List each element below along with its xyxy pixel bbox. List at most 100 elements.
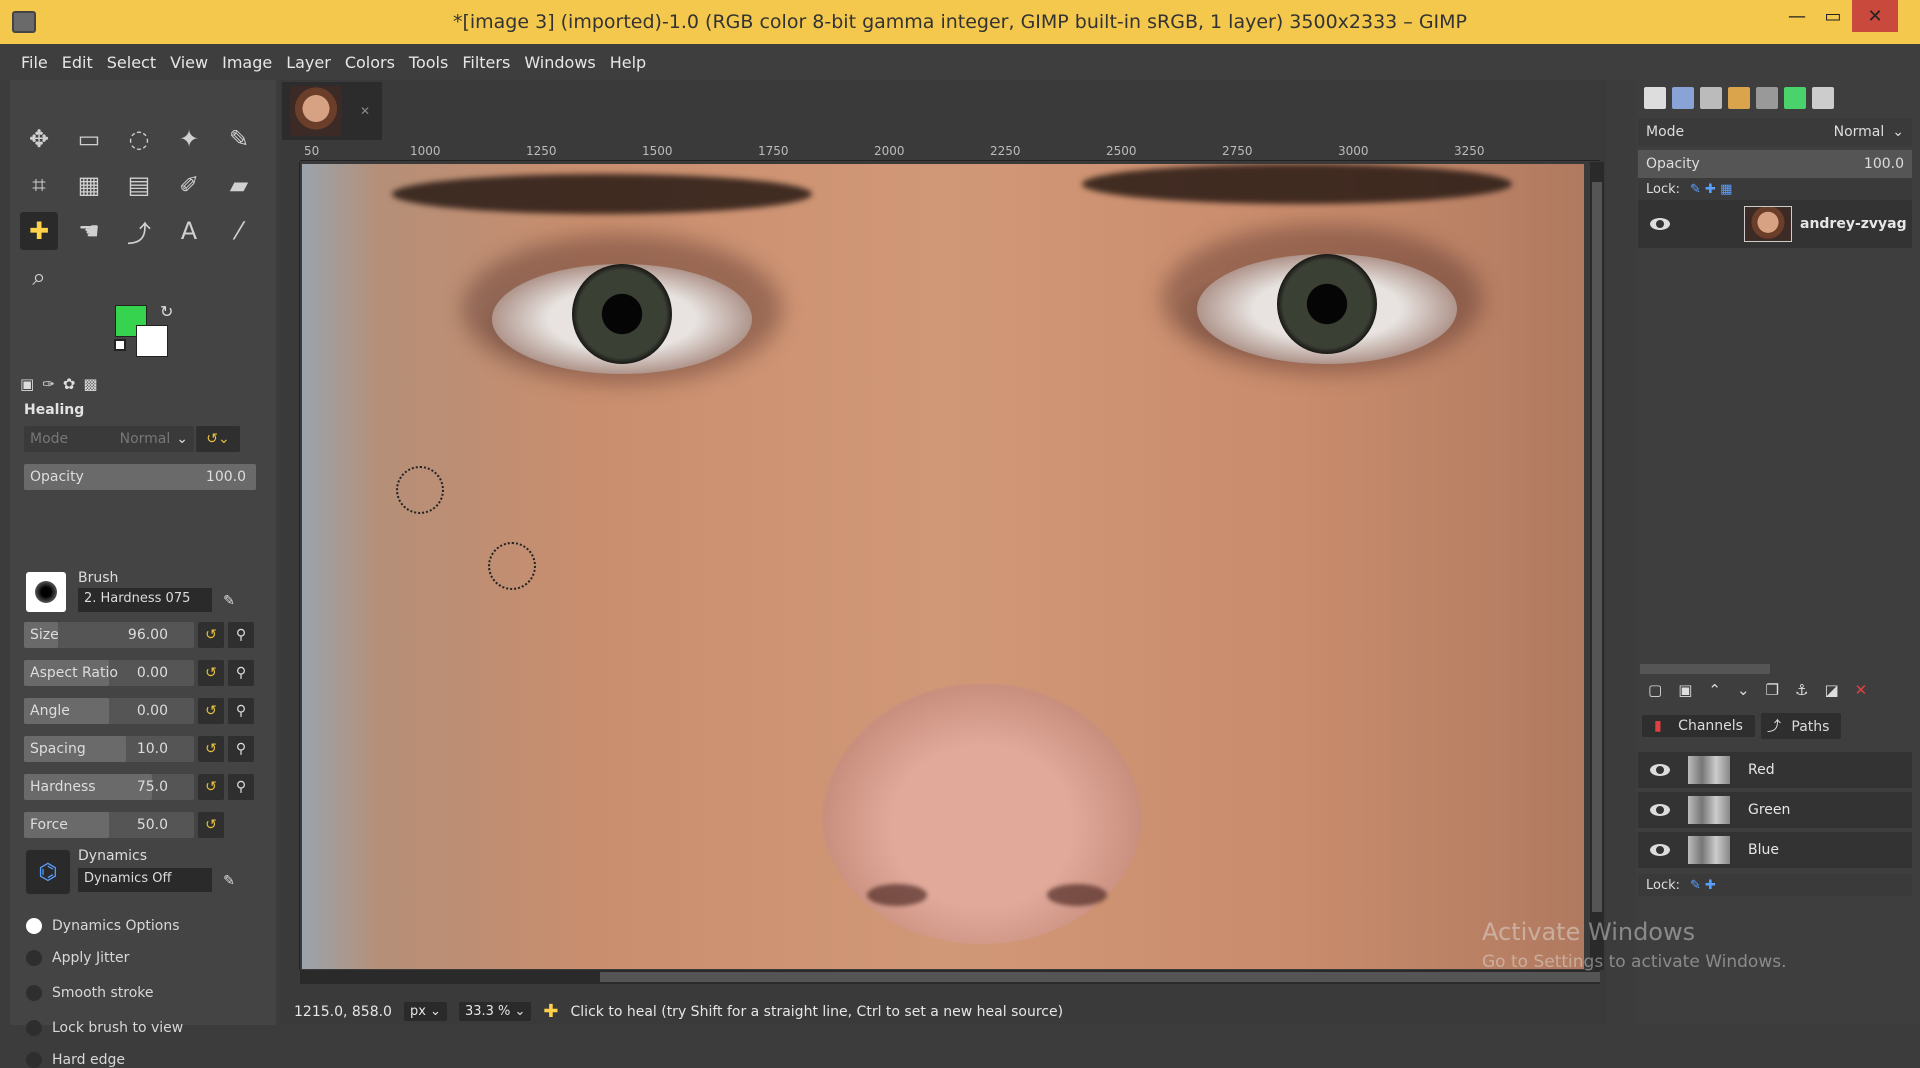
layers-scroll-thumb[interactable] xyxy=(1640,664,1770,674)
device-status-tab-icon[interactable]: ✑ xyxy=(42,375,55,393)
maximize-button[interactable]: ▭ xyxy=(1810,0,1856,32)
channel-row-green[interactable]: Green xyxy=(1638,792,1912,828)
smudge-icon[interactable]: ☚ xyxy=(70,212,108,250)
layer-mode-select[interactable]: Mode Normal ⌄ xyxy=(1638,118,1912,146)
font-tab-icon[interactable] xyxy=(1700,87,1722,109)
crop-icon[interactable]: ⌗ xyxy=(20,166,58,204)
angle-slider[interactable]: Angle 0.00 xyxy=(24,698,194,724)
hardness-reset-icon[interactable]: ↺ xyxy=(198,774,224,800)
paths-tab[interactable]: ⤴ Paths xyxy=(1760,713,1842,739)
move-tool-icon[interactable]: ✥ xyxy=(20,120,58,158)
eraser-icon[interactable]: ▰ xyxy=(220,166,258,204)
hardness-link-icon[interactable]: ⚲ xyxy=(228,774,254,800)
hard-edge-checkbox[interactable]: Hard edge xyxy=(26,1052,125,1068)
swap-colors-icon[interactable]: ↻ xyxy=(160,302,173,321)
history-tab-icon[interactable] xyxy=(1812,87,1834,109)
gradients-tab-icon[interactable] xyxy=(1756,87,1778,109)
edit-dynamics-icon[interactable]: ✎ xyxy=(216,868,242,894)
patterns-tab-icon[interactable] xyxy=(1728,87,1750,109)
close-button[interactable]: ✕ xyxy=(1852,0,1898,32)
lock-channel-icon[interactable]: ✎ ✚ xyxy=(1690,878,1716,893)
brush-name-field[interactable]: 2. Hardness 075 xyxy=(78,588,212,612)
channels-tab[interactable]: ▮ Channels xyxy=(1642,715,1755,737)
brush-preview[interactable] xyxy=(26,572,66,612)
menu-file[interactable]: File xyxy=(14,53,55,72)
angle-link-icon[interactable]: ⚲ xyxy=(228,698,254,724)
horizontal-ruler[interactable]: 50 1000 1250 1500 1750 2000 2250 2500 27… xyxy=(300,143,1600,161)
paths-icon[interactable]: ⤴ xyxy=(120,212,158,250)
force-slider[interactable]: Force 50.0 xyxy=(24,812,194,838)
brushes-tab-icon[interactable]: ✿ xyxy=(63,375,76,393)
horizontal-scrollbar[interactable] xyxy=(300,970,1600,984)
text-tool-icon[interactable]: A xyxy=(170,212,208,250)
zoom-select[interactable]: 33.3 % ⌄ xyxy=(458,1002,532,1021)
menu-layer[interactable]: Layer xyxy=(279,53,338,72)
close-tab-icon[interactable]: ✕ xyxy=(360,104,370,118)
background-color-swatch[interactable] xyxy=(136,325,168,357)
dynamics-field[interactable]: Dynamics Off xyxy=(78,868,212,892)
menu-select[interactable]: Select xyxy=(100,53,163,72)
channels-tab-icon[interactable] xyxy=(1672,87,1694,109)
spacing-slider[interactable]: Spacing 10.0 xyxy=(24,736,194,762)
visibility-eye-icon[interactable] xyxy=(1650,804,1670,816)
menu-image[interactable]: Image xyxy=(215,53,279,72)
channel-row-red[interactable]: Red xyxy=(1638,752,1912,788)
menu-tools[interactable]: Tools xyxy=(402,53,455,72)
scroll-thumb[interactable] xyxy=(600,972,1600,982)
layer-row[interactable]: andrey-zvyag xyxy=(1638,200,1912,248)
menu-help[interactable]: Help xyxy=(603,53,653,72)
paintbrush-icon[interactable]: ✐ xyxy=(170,166,208,204)
menu-filters[interactable]: Filters xyxy=(455,53,517,72)
size-reset-icon[interactable]: ↺ xyxy=(198,622,224,648)
fuzzy-select-icon[interactable]: ✦ xyxy=(170,120,208,158)
size-slider[interactable]: Size 96.00 xyxy=(24,622,194,648)
channel-row-blue[interactable]: Blue xyxy=(1638,832,1912,868)
image-tab[interactable]: ✕ xyxy=(282,82,382,140)
raise-layer-icon[interactable]: ⌃ xyxy=(1708,681,1721,699)
lock-pixels-icon[interactable]: ✎ ✚ ▦ xyxy=(1690,182,1732,197)
mask-layer-icon[interactable]: ◪ xyxy=(1824,681,1838,699)
patterns-tab-icon[interactable]: ▩ xyxy=(83,375,97,393)
menu-edit[interactable]: Edit xyxy=(55,53,100,72)
lasso-icon[interactable]: ◌ xyxy=(120,120,158,158)
angle-reset-icon[interactable]: ↺ xyxy=(198,698,224,724)
lower-layer-icon[interactable]: ⌄ xyxy=(1737,681,1750,699)
menu-windows[interactable]: Windows xyxy=(517,53,602,72)
opacity-slider[interactable]: Opacity 100.0 xyxy=(24,464,256,490)
smooth-stroke-checkbox[interactable]: Smooth stroke xyxy=(26,985,154,1001)
vertical-scrollbar[interactable] xyxy=(1590,162,1604,970)
transform-icon[interactable]: ▦ xyxy=(70,166,108,204)
new-group-icon[interactable]: ▣ xyxy=(1678,681,1692,699)
zoom-tool-icon[interactable]: ⌕ xyxy=(20,258,58,296)
healing-tool-icon[interactable]: ✚ xyxy=(20,212,58,250)
visibility-eye-icon[interactable] xyxy=(1650,218,1670,230)
hardness-slider[interactable]: Hardness 75.0 xyxy=(24,774,194,800)
aspect-link-icon[interactable]: ⚲ xyxy=(228,660,254,686)
color-picker-icon[interactable]: ✎ xyxy=(220,120,258,158)
scroll-thumb[interactable] xyxy=(1592,182,1602,912)
menu-colors[interactable]: Colors xyxy=(338,53,402,72)
tool-options-tab-icon[interactable]: ▣ xyxy=(20,375,34,393)
new-layer-icon[interactable]: ▢ xyxy=(1648,681,1662,699)
delete-layer-icon[interactable]: ✕ xyxy=(1855,681,1868,699)
image-canvas[interactable] xyxy=(302,164,1584,969)
duplicate-layer-icon[interactable]: ❐ xyxy=(1766,681,1779,699)
apply-jitter-checkbox[interactable]: Apply Jitter xyxy=(26,950,129,966)
unit-select[interactable]: px ⌄ xyxy=(403,1002,447,1021)
eyedropper-icon[interactable]: ⁄ xyxy=(220,212,258,250)
aspect-reset-icon[interactable]: ↺ xyxy=(198,660,224,686)
reset-colors-icon[interactable] xyxy=(114,339,126,351)
dynamics-options-expander[interactable]: Dynamics Options xyxy=(26,918,180,934)
visibility-eye-icon[interactable] xyxy=(1650,764,1670,776)
size-link-icon[interactable]: ⚲ xyxy=(228,622,254,648)
lock-brush-checkbox[interactable]: Lock brush to view xyxy=(26,1020,183,1036)
aspect-ratio-slider[interactable]: Aspect Ratio 0.00 xyxy=(24,660,194,686)
rect-select-icon[interactable]: ▭ xyxy=(70,120,108,158)
spacing-link-icon[interactable]: ⚲ xyxy=(228,736,254,762)
gradient-icon[interactable]: ▤ xyxy=(120,166,158,204)
vertical-ruler[interactable] xyxy=(282,162,300,970)
palettes-tab-icon[interactable] xyxy=(1784,87,1806,109)
force-reset-icon[interactable]: ↺ xyxy=(198,812,224,838)
dynamics-preview-icon[interactable]: ⌬ xyxy=(26,850,70,894)
visibility-eye-icon[interactable] xyxy=(1650,844,1670,856)
